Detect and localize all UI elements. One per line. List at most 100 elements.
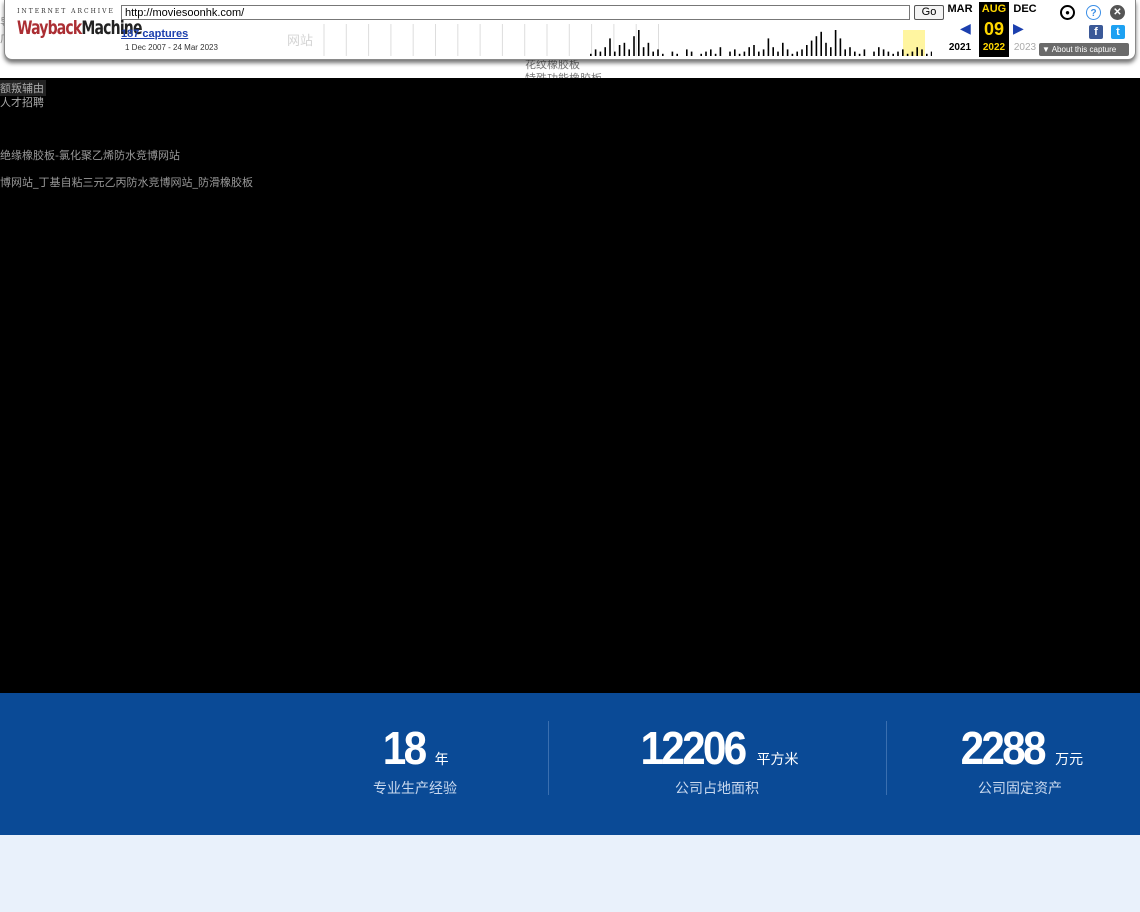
calendar-current: AUG 09 2022 bbox=[979, 2, 1009, 57]
calendar-next[interactable]: DEC 2023 bbox=[1010, 2, 1040, 53]
wayback-logo[interactable]: INTERNET ARCHIVE WaybackMachine bbox=[17, 8, 142, 48]
capture-bar bbox=[700, 53, 702, 56]
capture-bar bbox=[638, 30, 640, 56]
stat-number: 12206 bbox=[640, 722, 747, 774]
capture-bar bbox=[762, 49, 765, 56]
capture-bar bbox=[921, 49, 923, 56]
capture-bar bbox=[806, 45, 808, 56]
capture-bar bbox=[820, 31, 822, 56]
capture-bar bbox=[618, 45, 621, 56]
capture-bar bbox=[892, 53, 894, 56]
stat-area: 12206 平方米 公司占地面积 bbox=[567, 720, 867, 798]
capture-bar bbox=[873, 51, 875, 56]
stat-label: 公司固定资产 bbox=[978, 781, 1062, 797]
capture-bar bbox=[604, 47, 606, 56]
page-text-line-2: 博网站_丁基自粘三元乙丙防水竞博网站_防滑橡胶板 bbox=[0, 176, 253, 189]
prev-year: 2021 bbox=[948, 42, 972, 53]
url-input[interactable] bbox=[121, 5, 910, 20]
capture-bar bbox=[628, 49, 630, 56]
capture-bar bbox=[849, 47, 851, 56]
capture-bar bbox=[614, 51, 616, 56]
current-month: AUG bbox=[981, 3, 1007, 15]
capture-bar bbox=[686, 49, 688, 56]
go-button[interactable]: Go bbox=[914, 5, 944, 20]
capture-bar bbox=[930, 51, 932, 56]
capture-bar bbox=[830, 47, 832, 56]
capture-bar bbox=[594, 49, 597, 56]
help-icon[interactable]: ? bbox=[1086, 5, 1101, 20]
capture-bar bbox=[590, 53, 592, 56]
capture-bar bbox=[791, 53, 794, 56]
capture-date-range: 1 Dec 2007 - 24 Mar 2023 bbox=[125, 43, 218, 52]
capture-bar bbox=[738, 53, 741, 56]
prev-arrow-icon[interactable]: ◀ bbox=[960, 20, 971, 37]
capture-bar bbox=[911, 51, 914, 56]
capture-bar bbox=[599, 51, 602, 56]
next-arrow-icon[interactable]: ▶ bbox=[1013, 20, 1024, 37]
stat-assets: 2288 万元 公司固定资产 bbox=[870, 720, 1140, 798]
capture-bar bbox=[647, 42, 650, 56]
stat-unit: 年 bbox=[434, 752, 449, 768]
capture-bar bbox=[777, 51, 779, 56]
capture-bar bbox=[710, 49, 712, 56]
stat-divider bbox=[548, 721, 549, 795]
next-year: 2023 bbox=[1013, 42, 1037, 53]
capture-bar bbox=[844, 49, 846, 56]
capture-bar bbox=[815, 36, 818, 56]
menu-item-recruitment[interactable]: 人才招聘 bbox=[0, 94, 44, 110]
capture-bar bbox=[743, 51, 746, 56]
logo-title: WaybackMachine bbox=[17, 17, 142, 39]
capture-bar bbox=[609, 38, 611, 56]
capture-bar bbox=[863, 49, 866, 56]
capture-bar bbox=[854, 51, 856, 56]
capture-bar bbox=[767, 38, 770, 56]
capture-bar bbox=[676, 53, 678, 56]
ghost-nav-text: 网站 bbox=[287, 34, 314, 49]
hero-banner bbox=[0, 78, 1140, 693]
wayback-toolbar: INTERNET ARCHIVE WaybackMachine Go 187 c… bbox=[4, 0, 1136, 60]
capture-bar bbox=[825, 42, 827, 56]
content-area bbox=[0, 835, 1140, 912]
capture-bar bbox=[916, 47, 918, 56]
stat-label: 专业生产经验 bbox=[373, 781, 457, 797]
stat-number: 18 bbox=[383, 722, 427, 774]
current-year: 2022 bbox=[982, 42, 1006, 53]
stat-number: 2288 bbox=[960, 722, 1046, 774]
close-icon[interactable]: ✕ bbox=[1110, 5, 1125, 20]
capture-bar bbox=[623, 42, 626, 56]
capture-bar bbox=[858, 53, 861, 56]
facebook-icon[interactable]: f bbox=[1089, 25, 1103, 39]
capture-bar bbox=[729, 51, 731, 56]
stat-experience: 18 年 专业生产经验 bbox=[265, 720, 565, 798]
capture-sparkline[interactable] bbox=[320, 24, 932, 56]
capture-bar bbox=[657, 49, 659, 56]
about-capture-label: About this capture bbox=[1051, 45, 1117, 54]
capture-bar bbox=[714, 53, 717, 56]
page-text-line-1: 绝缘橡胶板-氯化聚乙烯防水竞博网站 bbox=[0, 149, 180, 162]
account-icon[interactable]: ● bbox=[1060, 5, 1075, 20]
capture-bar bbox=[887, 51, 890, 56]
capture-bar bbox=[633, 36, 635, 56]
capture-bar bbox=[902, 49, 904, 56]
stat-unit: 万元 bbox=[1055, 752, 1084, 768]
capture-bar bbox=[705, 51, 707, 56]
capture-bar bbox=[734, 49, 736, 56]
twitter-icon[interactable]: t bbox=[1111, 25, 1125, 39]
capture-bar bbox=[652, 51, 654, 56]
capture-bar bbox=[753, 45, 755, 56]
capture-bar bbox=[839, 38, 842, 56]
captures-link[interactable]: 187 captures bbox=[121, 28, 188, 40]
capture-bar bbox=[671, 51, 674, 56]
capture-bar bbox=[810, 40, 813, 56]
current-day: 09 bbox=[983, 19, 1005, 39]
dropdown-triangle-icon: ▼ bbox=[1042, 45, 1052, 54]
capture-bar bbox=[926, 53, 928, 56]
capture-bar bbox=[690, 51, 693, 56]
capture-bar bbox=[642, 47, 645, 56]
calendar-prev[interactable]: MAR 2021 bbox=[945, 2, 975, 53]
capture-bar bbox=[882, 49, 885, 56]
capture-bar bbox=[662, 53, 664, 56]
about-capture-button[interactable]: ▼ About this capture bbox=[1039, 43, 1129, 56]
next-month: DEC bbox=[1013, 3, 1037, 15]
logo-subtitle: INTERNET ARCHIVE bbox=[17, 8, 115, 15]
